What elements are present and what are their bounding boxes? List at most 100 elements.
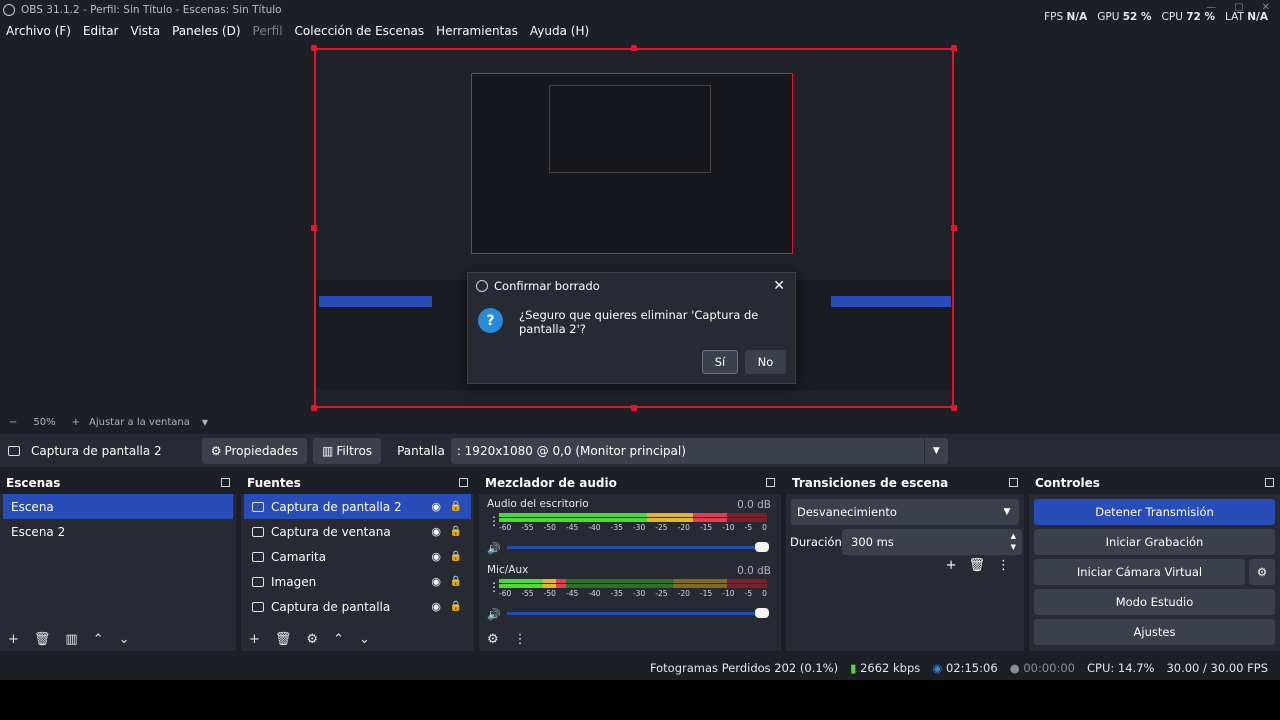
gear-icon[interactable]: ⚙ — [306, 632, 318, 647]
no-button[interactable]: No — [745, 350, 786, 374]
chevron-down-icon[interactable]: ▼ — [995, 507, 1019, 517]
zoom-fit-dropdown[interactable]: Ajustar a la ventana — [89, 417, 190, 428]
eye-icon[interactable]: ◉ — [431, 525, 441, 538]
lock-icon[interactable]: 🔒 — [450, 526, 462, 537]
undock-icon[interactable] — [221, 478, 230, 487]
add-icon[interactable]: + — [946, 558, 957, 573]
chevron-down-icon[interactable]: ⌄ — [359, 632, 370, 647]
add-icon[interactable]: + — [249, 632, 260, 647]
filters-button[interactable]: ▥ Filtros — [313, 437, 382, 464]
properties-button[interactable]: ⚙ Propiedades — [201, 437, 308, 464]
dialog-message: ¿Seguro que quieres eliminar 'Captura de… — [519, 308, 759, 336]
monitor-icon — [252, 501, 264, 512]
source-item[interactable]: Captura de ventana ◉ 🔒 — [244, 519, 471, 544]
speaker-icon[interactable]: 🔊 — [487, 542, 501, 555]
eye-icon[interactable]: ◉ — [431, 550, 441, 563]
zoom-bar: − 50% + Ajustar a la ventana ▼ — [0, 414, 1280, 430]
volume-knob[interactable] — [755, 542, 769, 552]
menu-bar: Archivo (F) Editar Vista Paneles (D) Per… — [0, 19, 595, 42]
lock-icon[interactable]: 🔒 — [450, 601, 462, 612]
undock-icon[interactable] — [1009, 478, 1018, 487]
eye-icon[interactable]: ◉ — [431, 600, 441, 613]
undock-icon[interactable] — [459, 478, 468, 487]
resize-handle-r[interactable] — [951, 225, 957, 231]
virtual-cam-row: Iniciar Cámara Virtual ⚙ — [1029, 559, 1280, 589]
chevron-down-icon[interactable]: ▼ — [923, 437, 948, 464]
kebab-icon[interactable]: ⋮ — [514, 632, 527, 647]
resize-handle-l[interactable] — [311, 225, 317, 231]
lock-icon[interactable]: 🔒 — [450, 551, 462, 562]
yes-button[interactable]: Sí — [702, 350, 738, 374]
spinner-icon[interactable]: ▲ ▼ — [1011, 531, 1016, 553]
studio-mode-button[interactable]: Modo Estudio — [1034, 589, 1275, 615]
resize-handle-tr[interactable] — [951, 45, 957, 51]
menu-ayuda[interactable]: Ayuda (H) — [524, 24, 595, 38]
nested-preview-capture-inner — [549, 85, 711, 173]
undock-icon[interactable] — [1265, 478, 1274, 487]
source-item[interactable]: Captura de pantalla 2 ◉ 🔒 — [244, 494, 471, 519]
stop-stream-button[interactable]: Detener Transmisión — [1034, 499, 1275, 525]
speaker-icon[interactable]: 🔊 — [487, 608, 501, 621]
window-icon — [252, 526, 264, 537]
obs-logo-icon — [3, 3, 15, 16]
menu-editar[interactable]: Editar — [77, 24, 125, 38]
meter-tick-label: -35 — [610, 589, 623, 598]
add-icon[interactable]: + — [8, 632, 19, 647]
resize-handle-b[interactable] — [631, 405, 637, 411]
menu-archivo[interactable]: Archivo (F) — [0, 24, 77, 38]
trash-icon[interactable]: 🗑 — [275, 632, 292, 647]
display-select[interactable]: : 1920x1080 @ 0,0 (Monitor principal) ▼ — [450, 437, 948, 464]
menu-herramientas[interactable]: Herramientas — [430, 24, 524, 38]
menu-perfil[interactable]: Perfil — [247, 24, 289, 38]
lock-icon[interactable]: 🔒 — [450, 576, 462, 587]
meter-tick-label: 0 — [762, 523, 767, 532]
volume-slider[interactable] — [507, 608, 769, 618]
virtual-cam-button[interactable]: Iniciar Cámara Virtual — [1034, 559, 1245, 585]
eye-icon[interactable]: ◉ — [431, 500, 441, 513]
resize-handle-br[interactable] — [951, 405, 957, 411]
scene-item[interactable]: Escena 2 — [3, 519, 233, 544]
transition-select[interactable]: Desvanecimiento ▼ — [791, 499, 1019, 525]
zoom-out-button[interactable]: − — [9, 417, 17, 428]
menu-paneles[interactable]: Paneles (D) — [166, 24, 246, 38]
zoom-in-button[interactable]: + — [72, 417, 80, 428]
filter-icon[interactable]: ▥ — [65, 632, 77, 647]
trash-icon[interactable]: 🗑 — [34, 632, 51, 647]
virtual-cam-settings-button[interactable]: ⚙ — [1249, 559, 1275, 585]
settings-button[interactable]: Ajustes — [1034, 619, 1275, 645]
close-icon[interactable]: ✕ — [773, 278, 785, 294]
chevron-down-icon[interactable]: ▼ — [202, 418, 208, 427]
resize-handle-t[interactable] — [631, 45, 637, 51]
sources-toolbar: + 🗑 ⚙ ⌃ ⌄ — [241, 627, 474, 651]
advanced-audio-icon[interactable]: ⚙ — [487, 632, 499, 647]
chevron-up-icon[interactable]: ⌃ — [333, 632, 344, 647]
dialog-title: Confirmar borrado — [494, 279, 600, 293]
source-toolbar: Captura de pantalla 2 ⚙ Propiedades ▥ Fi… — [0, 434, 1280, 467]
kebab-icon[interactable]: ⋮ — [997, 558, 1010, 573]
current-source-name: Captura de pantalla 2 — [31, 443, 162, 458]
source-item-label: Camarita — [271, 549, 327, 564]
scene-item[interactable]: Escena — [3, 494, 233, 519]
source-item[interactable]: Captura de pantalla ◉ 🔒 — [244, 594, 471, 619]
transitions-toolbar: + 🗑 ⋮ — [946, 558, 1010, 573]
source-item[interactable]: Camarita ◉ 🔒 — [244, 544, 471, 569]
resize-handle-tl[interactable] — [311, 45, 317, 51]
trash-icon[interactable]: 🗑 — [968, 558, 985, 573]
lock-icon[interactable]: 🔒 — [450, 501, 462, 512]
resize-handle-bl[interactable] — [311, 405, 317, 411]
start-recording-button[interactable]: Iniciar Grabación — [1034, 529, 1275, 555]
duration-input[interactable]: 300 ms ▲ ▼ — [842, 529, 1022, 555]
chevron-up-icon[interactable]: ⌃ — [93, 632, 104, 647]
chevron-down-icon[interactable]: ⌄ — [119, 632, 130, 647]
volume-slider[interactable] — [507, 542, 769, 552]
sources-dock: Fuentes Captura de pantalla 2 ◉ 🔒 Captur… — [241, 472, 474, 651]
eye-icon[interactable]: ◉ — [431, 575, 441, 588]
meter-tick-label: -20 — [677, 589, 690, 598]
menu-coleccion-escenas[interactable]: Colección de Escenas — [289, 24, 431, 38]
undock-icon[interactable] — [766, 478, 775, 487]
source-item[interactable]: Imagen ◉ 🔒 — [244, 569, 471, 594]
volume-knob[interactable] — [755, 608, 769, 618]
menu-vista[interactable]: Vista — [124, 24, 166, 38]
nested-stream-button-image — [831, 296, 951, 307]
source-item-label: Captura de ventana — [271, 524, 391, 539]
